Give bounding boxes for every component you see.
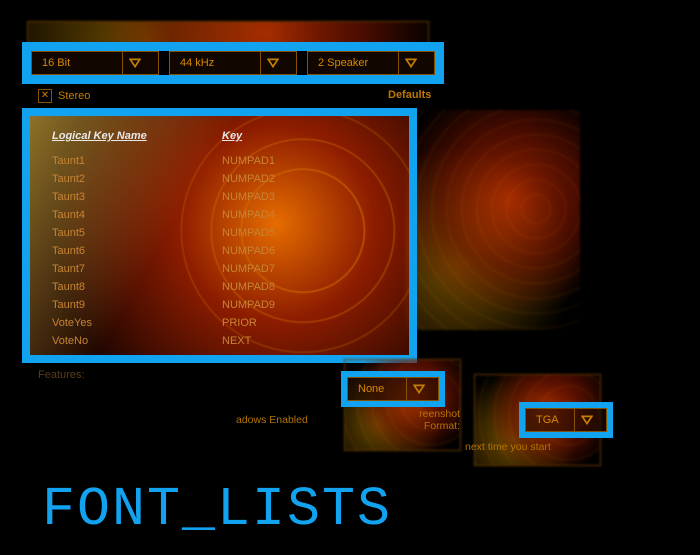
key-binding-row[interactable]: Taunt6NUMPAD6	[52, 242, 387, 260]
chevron-down-icon	[267, 57, 279, 69]
key-binding-key: NUMPAD7	[222, 260, 275, 278]
screenshot-dropdown-frame: TGA	[519, 402, 613, 438]
key-binding-key: NUMPAD2	[222, 170, 275, 188]
stereo-label: Stereo	[58, 90, 90, 102]
key-binding-row[interactable]: Taunt7NUMPAD7	[52, 260, 387, 278]
speakers-arrow[interactable]	[398, 52, 422, 74]
sample-rate-value: 44 kHz	[170, 52, 260, 74]
chevron-down-icon	[405, 57, 417, 69]
stereo-checkbox-row[interactable]: ✕ Stereo	[38, 89, 90, 103]
key-binding-name: Taunt1	[52, 152, 222, 170]
background-art-right	[405, 110, 580, 330]
key-binding-row[interactable]: VoteYesPRIOR	[52, 314, 387, 332]
key-bindings-header: Logical Key Name Key	[52, 130, 387, 142]
screenshot-format-label: reenshot Format:	[390, 408, 460, 432]
chevron-down-icon	[413, 383, 425, 395]
page-title: FONT_LISTS	[42, 478, 392, 541]
bit-depth-arrow[interactable]	[122, 52, 146, 74]
shadows-dropdown[interactable]: None	[347, 377, 439, 401]
screenshot-arrow[interactable]	[574, 409, 598, 431]
screenshot-value: TGA	[526, 409, 574, 431]
key-bindings-list: Taunt1NUMPAD1Taunt2NUMPAD2Taunt3NUMPAD3T…	[52, 152, 387, 350]
key-binding-name: VoteNo	[52, 332, 222, 350]
key-binding-name: Taunt3	[52, 188, 222, 206]
screenshot-dropdown[interactable]: TGA	[525, 408, 607, 432]
key-binding-name: Taunt2	[52, 170, 222, 188]
key-binding-key: NUMPAD9	[222, 296, 275, 314]
audio-dropdown-group: 16 Bit 44 kHz 2 Speaker	[22, 42, 444, 84]
bit-depth-dropdown[interactable]: 16 Bit	[31, 51, 159, 75]
sample-rate-arrow[interactable]	[260, 52, 284, 74]
key-binding-key: NUMPAD8	[222, 278, 275, 296]
key-binding-key: PRIOR	[222, 314, 257, 332]
key-binding-name: Taunt7	[52, 260, 222, 278]
key-binding-name: Taunt5	[52, 224, 222, 242]
key-binding-row[interactable]: VoteNoNEXT	[52, 332, 387, 350]
key-binding-key: NUMPAD5	[222, 224, 275, 242]
key-binding-row[interactable]: Taunt9NUMPAD9	[52, 296, 387, 314]
key-binding-key: NUMPAD1	[222, 152, 275, 170]
restart-hint-label: next time you start	[465, 441, 551, 453]
key-binding-key: NUMPAD6	[222, 242, 275, 260]
header-logical-key: Logical Key Name	[52, 130, 222, 142]
key-binding-key: NUMPAD4	[222, 206, 275, 224]
key-binding-row[interactable]: Taunt1NUMPAD1	[52, 152, 387, 170]
sample-rate-dropdown[interactable]: 44 kHz	[169, 51, 297, 75]
shadows-enabled-label: adows Enabled	[236, 414, 308, 426]
shadows-arrow[interactable]	[406, 378, 430, 400]
key-binding-row[interactable]: Taunt3NUMPAD3	[52, 188, 387, 206]
bit-depth-value: 16 Bit	[32, 52, 122, 74]
key-binding-key: NEXT	[222, 332, 251, 350]
chevron-down-icon	[129, 57, 141, 69]
key-binding-name: Taunt4	[52, 206, 222, 224]
key-binding-name: Taunt8	[52, 278, 222, 296]
speakers-value: 2 Speaker	[308, 52, 398, 74]
key-binding-row[interactable]: Taunt2NUMPAD2	[52, 170, 387, 188]
key-binding-row[interactable]: Taunt8NUMPAD8	[52, 278, 387, 296]
key-binding-name: Taunt9	[52, 296, 222, 314]
key-binding-key: NUMPAD3	[222, 188, 275, 206]
chevron-down-icon	[581, 414, 593, 426]
key-binding-name: VoteYes	[52, 314, 222, 332]
defaults-button[interactable]: Defaults	[388, 89, 431, 101]
header-key: Key	[222, 130, 242, 142]
stereo-checkbox[interactable]: ✕	[38, 89, 52, 103]
key-binding-name: Taunt6	[52, 242, 222, 260]
key-binding-row[interactable]: Taunt5NUMPAD5	[52, 224, 387, 242]
key-binding-row[interactable]: Taunt4NUMPAD4	[52, 206, 387, 224]
speakers-dropdown[interactable]: 2 Speaker	[307, 51, 435, 75]
key-bindings-panel: Logical Key Name Key Taunt1NUMPAD1Taunt2…	[22, 108, 417, 363]
features-label-cutoff: Features:	[38, 369, 84, 381]
shadows-value: None	[348, 378, 406, 400]
shadows-dropdown-frame: None	[341, 371, 445, 407]
